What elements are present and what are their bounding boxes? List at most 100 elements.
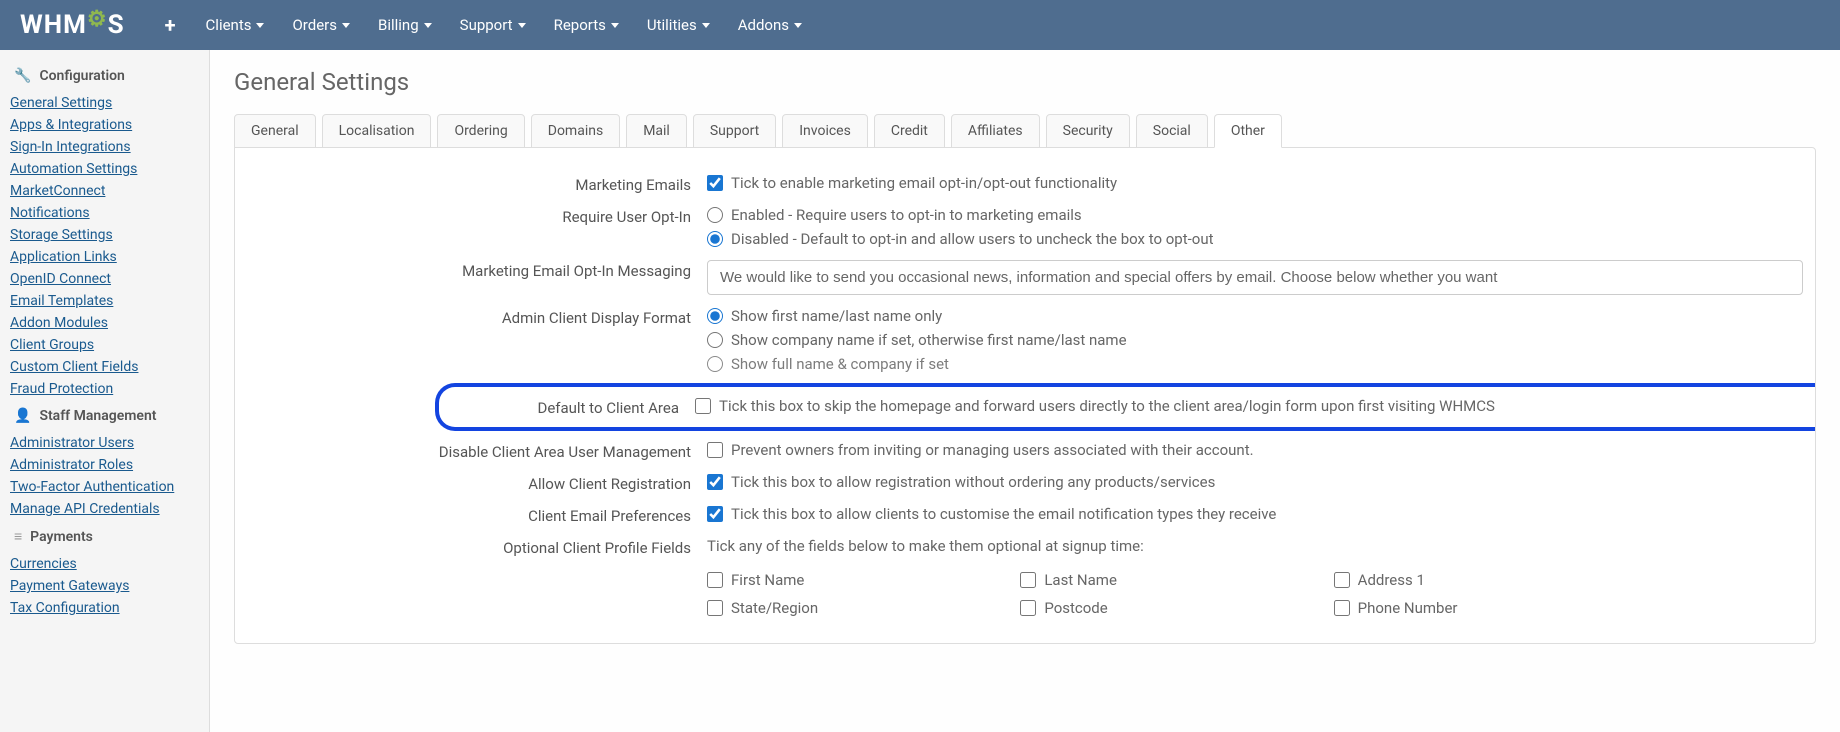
sidebar-link-administrator-users[interactable]: Administrator Users (0, 432, 209, 454)
label-require-opt-in: Require User Opt-In (247, 206, 707, 226)
label-default-client-area: Default to Client Area (447, 397, 695, 417)
caret-down-icon (611, 23, 619, 28)
bars-icon: ≡ (14, 528, 22, 545)
sidebar-link-fraud-protection[interactable]: Fraud Protection (0, 378, 209, 400)
sidebar-link-tax-configuration[interactable]: Tax Configuration (0, 597, 209, 619)
checkbox-field-last-name[interactable] (1020, 572, 1036, 588)
caret-down-icon (518, 23, 526, 28)
sidebar-link-sign-in-integrations[interactable]: Sign-In Integrations (0, 136, 209, 158)
sidebar-link-payment-gateways[interactable]: Payment Gateways (0, 575, 209, 597)
label-field-state-region: State/Region (731, 599, 818, 617)
radio-opt-in-enabled[interactable] (707, 207, 723, 223)
caret-down-icon (794, 23, 802, 28)
plus-icon[interactable]: + (165, 13, 176, 37)
nav-item-utilities[interactable]: Utilities (647, 16, 710, 34)
sidebar-section-configuration: 🔧Configuration (0, 60, 209, 92)
nav-item-billing[interactable]: Billing (378, 16, 432, 34)
checkbox-marketing-emails[interactable] (707, 175, 723, 191)
label-allow-registration: Allow Client Registration (247, 473, 707, 493)
sidebar-link-apps-integrations[interactable]: Apps & Integrations (0, 114, 209, 136)
tab-domains[interactable]: Domains (531, 114, 620, 148)
label-marketing-emails: Marketing Emails (247, 174, 707, 194)
nav-item-orders[interactable]: Orders (292, 16, 350, 34)
sidebar-section-payments: ≡Payments (0, 520, 209, 553)
sidebar-link-application-links[interactable]: Application Links (0, 246, 209, 268)
label-admin-display: Admin Client Display Format (247, 307, 707, 327)
radio-admin-display-2[interactable] (707, 332, 723, 348)
sidebar-link-email-templates[interactable]: Email Templates (0, 290, 209, 312)
sidebar-link-custom-client-fields[interactable]: Custom Client Fields (0, 356, 209, 378)
tab-credit[interactable]: Credit (874, 114, 945, 148)
nav-item-support[interactable]: Support (460, 16, 526, 34)
text-opt-in-enabled: Enabled - Require users to opt-in to mar… (731, 206, 1082, 224)
sidebar-link-client-groups[interactable]: Client Groups (0, 334, 209, 356)
gear-icon: ⚙ (87, 7, 108, 32)
sidebar-link-openid-connect[interactable]: OpenID Connect (0, 268, 209, 290)
sidebar-link-storage-settings[interactable]: Storage Settings (0, 224, 209, 246)
text-allow-registration: Tick this box to allow registration with… (731, 473, 1215, 491)
checkbox-allow-registration[interactable] (707, 474, 723, 490)
tab-ordering[interactable]: Ordering (437, 114, 524, 148)
logo-text-suffix: S (108, 10, 125, 40)
sidebar-link-notifications[interactable]: Notifications (0, 202, 209, 224)
tab-bar: GeneralLocalisationOrderingDomainsMailSu… (234, 114, 1816, 148)
tab-general[interactable]: General (234, 114, 316, 148)
main-content: General Settings GeneralLocalisationOrde… (210, 50, 1840, 732)
nav-item-clients[interactable]: Clients (206, 16, 265, 34)
text-opt-in-disabled: Disabled - Default to opt-in and allow u… (731, 230, 1214, 248)
text-email-prefs: Tick this box to allow clients to custom… (731, 505, 1276, 523)
checkbox-field-address-1[interactable] (1334, 572, 1350, 588)
text-optional-fields-intro: Tick any of the fields below to make the… (707, 537, 1803, 555)
nav-item-addons[interactable]: Addons (738, 16, 802, 34)
caret-down-icon (424, 23, 432, 28)
tab-support[interactable]: Support (693, 114, 776, 148)
caret-down-icon (702, 23, 710, 28)
highlight-default-client-area: Default to Client Area Tick this box to … (435, 383, 1815, 431)
sidebar-link-automation-settings[interactable]: Automation Settings (0, 158, 209, 180)
radio-admin-display-3[interactable] (707, 356, 723, 372)
text-admin-display-2: Show company name if set, otherwise firs… (731, 331, 1127, 349)
sidebar-link-general-settings[interactable]: General Settings (0, 92, 209, 114)
text-admin-display-1: Show first name/last name only (731, 307, 942, 325)
checkbox-field-phone-number[interactable] (1334, 600, 1350, 616)
tab-localisation[interactable]: Localisation (322, 114, 432, 148)
tab-security[interactable]: Security (1046, 114, 1130, 148)
tab-social[interactable]: Social (1136, 114, 1208, 148)
checkbox-field-postcode[interactable] (1020, 600, 1036, 616)
text-marketing-emails: Tick to enable marketing email opt-in/op… (731, 174, 1117, 192)
radio-admin-display-1[interactable] (707, 308, 723, 324)
radio-opt-in-disabled[interactable] (707, 231, 723, 247)
sidebar-link-addon-modules[interactable]: Addon Modules (0, 312, 209, 334)
label-opt-in-messaging: Marketing Email Opt-In Messaging (247, 260, 707, 280)
tab-other[interactable]: Other (1214, 114, 1282, 148)
sidebar-link-marketconnect[interactable]: MarketConnect (0, 180, 209, 202)
label-optional-fields: Optional Client Profile Fields (247, 537, 707, 557)
tab-mail[interactable]: Mail (626, 114, 687, 148)
input-opt-in-messaging[interactable] (707, 260, 1803, 295)
caret-down-icon (256, 23, 264, 28)
checkbox-field-state-region[interactable] (707, 600, 723, 616)
sidebar-link-currencies[interactable]: Currencies (0, 553, 209, 575)
nav-menu: Clients Orders Billing Support Reports Utilit… (206, 16, 802, 34)
checkbox-default-client-area[interactable] (695, 398, 711, 414)
logo: WHM⚙S (20, 10, 125, 40)
tab-invoices[interactable]: Invoices (782, 114, 868, 148)
caret-down-icon (342, 23, 350, 28)
label-field-phone-number: Phone Number (1358, 599, 1458, 617)
label-disable-user-mgmt: Disable Client Area User Management (247, 441, 707, 461)
top-navbar: WHM⚙S + Clients Orders Billing Support Repor… (0, 0, 1840, 50)
checkbox-disable-user-mgmt[interactable] (707, 442, 723, 458)
checkbox-email-prefs[interactable] (707, 506, 723, 522)
nav-item-reports[interactable]: Reports (554, 16, 619, 34)
page-title: General Settings (234, 68, 1816, 96)
sidebar-link-administrator-roles[interactable]: Administrator Roles (0, 454, 209, 476)
label-field-address-1: Address 1 (1358, 571, 1425, 589)
tab-affiliates[interactable]: Affiliates (951, 114, 1040, 148)
text-disable-user-mgmt: Prevent owners from inviting or managing… (731, 441, 1254, 459)
text-admin-display-3: Show full name & company if set (731, 355, 949, 373)
user-icon: 👤 (14, 408, 31, 424)
sidebar-link-manage-api-credentials[interactable]: Manage API Credentials (0, 498, 209, 520)
checkbox-field-first-name[interactable] (707, 572, 723, 588)
sidebar-link-two-factor-authentication[interactable]: Two-Factor Authentication (0, 476, 209, 498)
label-field-postcode: Postcode (1044, 599, 1107, 617)
